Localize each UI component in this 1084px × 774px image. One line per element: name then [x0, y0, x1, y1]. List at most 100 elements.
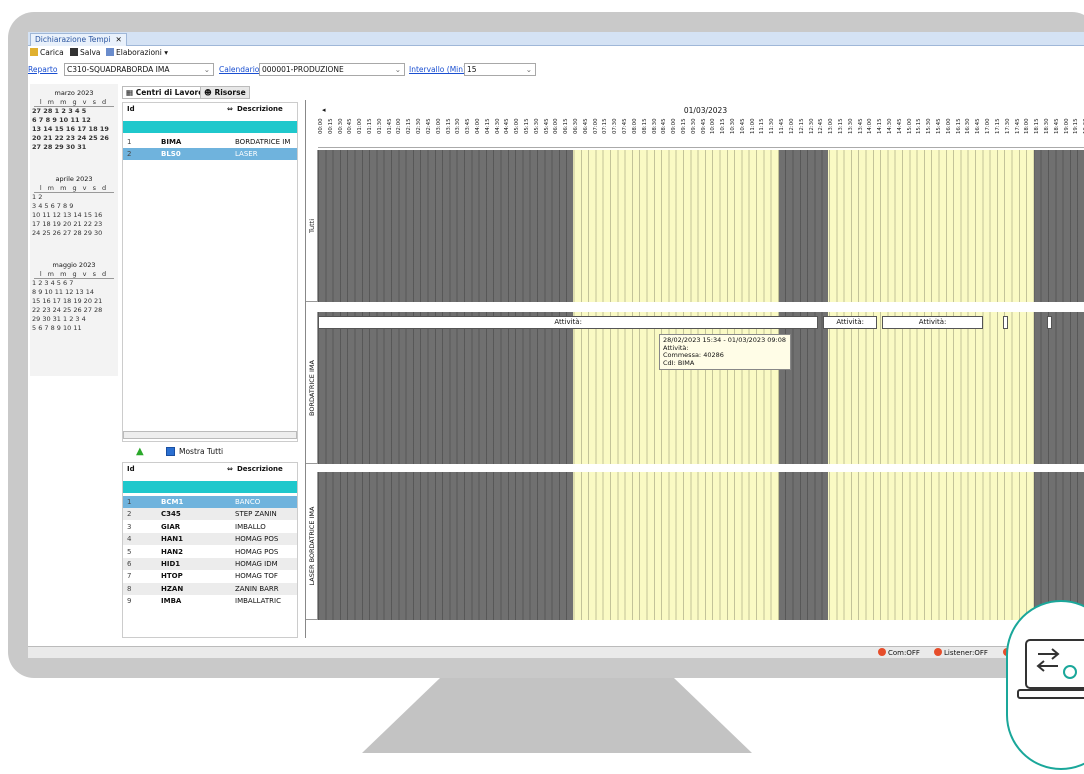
activity-marker[interactable]: [1002, 316, 1008, 329]
table-row[interactable]: 5 HAN2 HOMAG POS: [123, 546, 297, 558]
table-row[interactable]: 7 HTOP HOMAG TOF: [123, 570, 297, 582]
horizontal-scrollbar[interactable]: [123, 431, 297, 439]
reparto-link[interactable]: Reparto: [28, 65, 57, 74]
month-calendar: marzo 2023 l m m g v s d 27 28 1 2 3 4 56 …: [30, 84, 118, 376]
calendar-week[interactable]: 13 14 15 16 17 18 19: [30, 125, 118, 134]
reparto-select[interactable]: C310-SQUADRABORDA IMA ⌄: [64, 63, 214, 76]
calendar-week[interactable]: 24 25 26 27 28 29 30: [30, 229, 118, 238]
row-description: HOMAG POS: [235, 535, 279, 544]
carica-label: Carica: [40, 48, 64, 57]
app-window: Dichiarazione Tempi ✕ Carica Salva Elabor…: [28, 32, 1084, 658]
sort-icon: ⇔: [227, 465, 233, 473]
calendar-week[interactable]: 5 6 7 8 9 10 11: [30, 324, 118, 333]
col-descrizione[interactable]: Descrizione: [237, 465, 283, 473]
tab-dichiarazione-tempi[interactable]: Dichiarazione Tempi ✕: [30, 33, 127, 46]
close-icon[interactable]: ✕: [116, 35, 122, 44]
col-id[interactable]: Id: [127, 465, 135, 473]
table-row[interactable]: 6 HID1 HOMAG IDM: [123, 558, 297, 570]
month-title[interactable]: maggio 2023: [30, 261, 118, 270]
gantt-lane[interactable]: [318, 150, 1084, 302]
activity-marker[interactable]: [1046, 316, 1052, 329]
centri-grid: Id ⇔ Descrizione 1 BIMA BORDATRICE IM 2 BLS0 LA…: [122, 102, 298, 442]
time-tick: 06:15: [563, 118, 570, 134]
time-tick: 08:30: [651, 118, 658, 134]
table-row[interactable]: 1 BIMA BORDATRICE IM: [123, 136, 297, 148]
table-row[interactable]: 8 HZAN ZANIN BARR: [123, 582, 297, 595]
calendar-week[interactable]: 17 18 19 20 21 22 23: [30, 220, 118, 229]
calendar-week[interactable]: 3 4 5 6 7 8 9: [30, 202, 118, 211]
gantt-chart: ◂ 01/03/2023 00:00 00:15 00:30 00:45 01:00 01…: [305, 100, 1084, 638]
time-tick: 17:45: [1014, 118, 1021, 134]
tab-centri-di-lavoro[interactable]: ▦ Centri di Lavoro: [122, 86, 208, 99]
month-title[interactable]: aprile 2023: [30, 175, 118, 184]
time-tick: 03:45: [465, 118, 472, 134]
calendar-week[interactable]: 8 9 10 11 12 13 14: [30, 288, 118, 297]
activity-bar[interactable]: Attività:: [882, 316, 984, 329]
time-tick: 02:30: [416, 118, 423, 134]
calendar-week[interactable]: 10 11 12 13 14 15 16: [30, 211, 118, 220]
row-number: 2: [127, 510, 132, 519]
people-icon: ☻: [204, 88, 215, 97]
table-row[interactable]: 9 IMBA IMBALLATRIC: [123, 595, 297, 607]
time-tick: 18:30: [1043, 118, 1050, 134]
time-tick: 12:45: [818, 118, 825, 134]
activity-bar[interactable]: Attività:: [823, 316, 878, 329]
calendario-select[interactable]: 000001-PRODUZIONE ⌄: [259, 63, 405, 76]
chevron-down-icon: ⌄: [394, 65, 401, 74]
intervallo-link[interactable]: Intervallo (Min): [409, 65, 466, 74]
toolbar: Carica Salva Elaborazioni ▾: [28, 46, 1084, 60]
filter-row[interactable]: [123, 121, 297, 133]
row-number: 1: [127, 138, 132, 146]
time-tick: 09:45: [700, 118, 707, 134]
col-descrizione[interactable]: Descrizione: [237, 105, 283, 113]
calendario-link[interactable]: Calendario: [219, 65, 259, 74]
month-title[interactable]: marzo 2023: [30, 89, 118, 98]
time-tick: 11:15: [759, 118, 766, 134]
sort-icon: ⇔: [227, 105, 233, 113]
tab-risorse[interactable]: ☻ Risorse: [200, 86, 250, 99]
calendar-week[interactable]: 1 2 3 4 5 6 7: [30, 279, 118, 288]
time-tick: 13:15: [837, 118, 844, 134]
salva-button[interactable]: Salva: [70, 46, 100, 60]
time-tick: 19:00: [1063, 118, 1070, 134]
calendar-week[interactable]: 27 28 1 2 3 4 5: [30, 107, 118, 116]
time-tick: 11:00: [749, 118, 756, 134]
time-tick: 18:00: [1024, 118, 1031, 134]
col-id[interactable]: Id: [127, 105, 135, 113]
table-row[interactable]: 2 BLS0 LASER: [123, 148, 297, 161]
calendar-week[interactable]: 27 28 29 30 31: [30, 143, 118, 152]
lane-title: LASER BORDATRICE IMA: [307, 506, 316, 585]
calendar-week[interactable]: 29 30 31 1 2 3 4: [30, 315, 118, 324]
gantt-lane[interactable]: [318, 472, 1084, 620]
table-row[interactable]: 2 C345 STEP ZANIN: [123, 508, 297, 521]
listener-label: Listener:OFF: [944, 649, 988, 657]
filter-row[interactable]: [123, 481, 297, 493]
elaborazioni-button[interactable]: Elaborazioni ▾: [106, 46, 168, 60]
calendar-week[interactable]: 20 21 22 23 24 25 26: [30, 134, 118, 143]
calendar-nav: [30, 84, 118, 86]
time-tick: 00:45: [347, 118, 354, 134]
calendar-week[interactable]: 15 16 17 18 19 20 21: [30, 297, 118, 306]
slot-grid: [318, 472, 1084, 620]
carica-button[interactable]: Carica: [30, 46, 64, 60]
table-row[interactable]: 4 HAN1 HOMAG POS: [123, 533, 297, 546]
mostra-checkbox[interactable]: [166, 447, 175, 456]
time-tick: 10:15: [720, 118, 727, 134]
up-arrow-icon[interactable]: ▲: [136, 446, 144, 457]
row-number: 5: [127, 547, 132, 556]
lane-title: Tutti: [307, 218, 316, 233]
calendar-week[interactable]: 6 7 8 9 10 11 12: [30, 116, 118, 125]
table-row[interactable]: 1 BCM1 BANCO: [123, 496, 297, 508]
intervallo-select[interactable]: 15 ⌄: [464, 63, 536, 76]
table-row[interactable]: 3 GIAR IMBALLO: [123, 521, 297, 533]
calendar-week[interactable]: 1 2: [30, 193, 118, 202]
time-tick: 09:00: [671, 118, 678, 134]
calendar-week[interactable]: 22 23 24 25 26 27 28: [30, 306, 118, 315]
row-code: BIMA: [161, 138, 182, 146]
month-gap: [30, 238, 118, 258]
gantt-lane[interactable]: Attività: Attività: Attività: 28/02/2023 15…: [318, 312, 1084, 464]
weekday-header: l m m g v s d: [34, 270, 114, 279]
time-tick: 07:00: [592, 118, 599, 134]
activity-bar[interactable]: Attività:: [318, 316, 819, 329]
row-description: BANCO: [235, 498, 261, 506]
